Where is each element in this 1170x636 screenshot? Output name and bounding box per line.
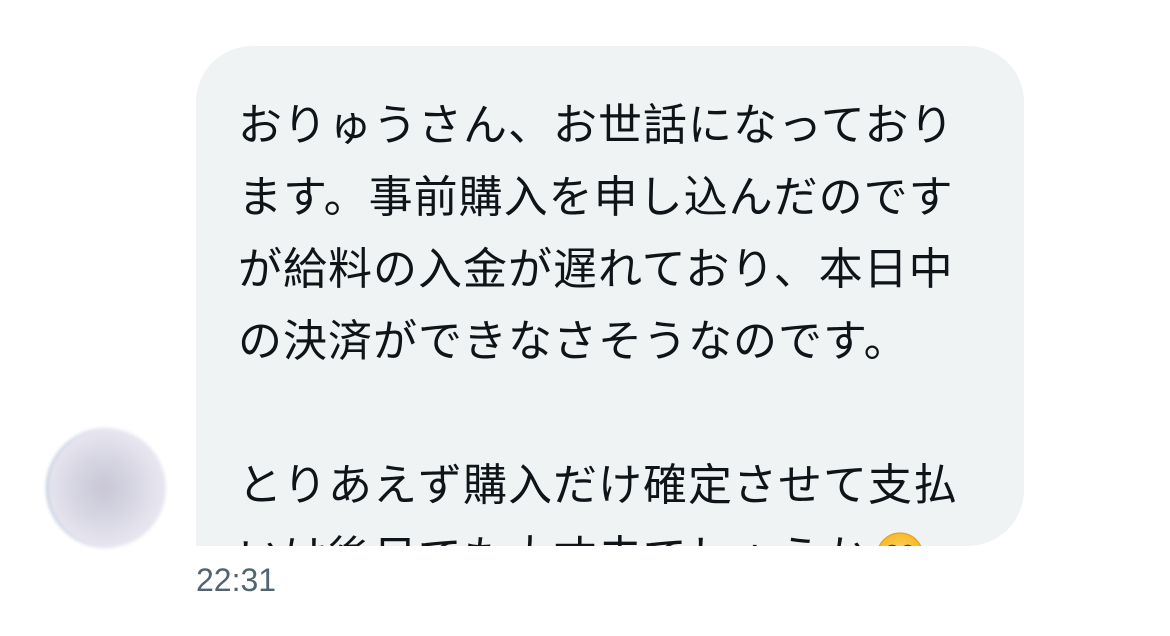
message-line: ます。事前購入を申し込んだのです	[238, 172, 954, 223]
message-line-last: いは後日でも大丈夫でしょうか	[238, 530, 994, 546]
sad-but-relieved-face-icon	[878, 532, 922, 546]
message-line-break	[238, 386, 994, 442]
message-line: おりゅうさん、お世話になっており	[238, 100, 955, 151]
message-line: とりあえず購入だけ確定させて支払	[238, 460, 958, 511]
message-bubble[interactable]: おりゅうさん、お世話になっており ます。事前購入を申し込んだのです が給料の入金…	[196, 46, 1024, 546]
message-line-text: いは後日でも大丈夫でしょうか	[238, 532, 868, 546]
message-line: の決済ができなさそうなのです。	[238, 316, 909, 367]
message-timestamp: 22:31	[196, 562, 277, 598]
sender-avatar[interactable]	[46, 428, 166, 548]
message-line: が給料の入金が遅れており、本日中	[238, 244, 954, 295]
incoming-message-row: おりゅうさん、お世話になっており ます。事前購入を申し込んだのです が給料の入金…	[0, 0, 1170, 636]
